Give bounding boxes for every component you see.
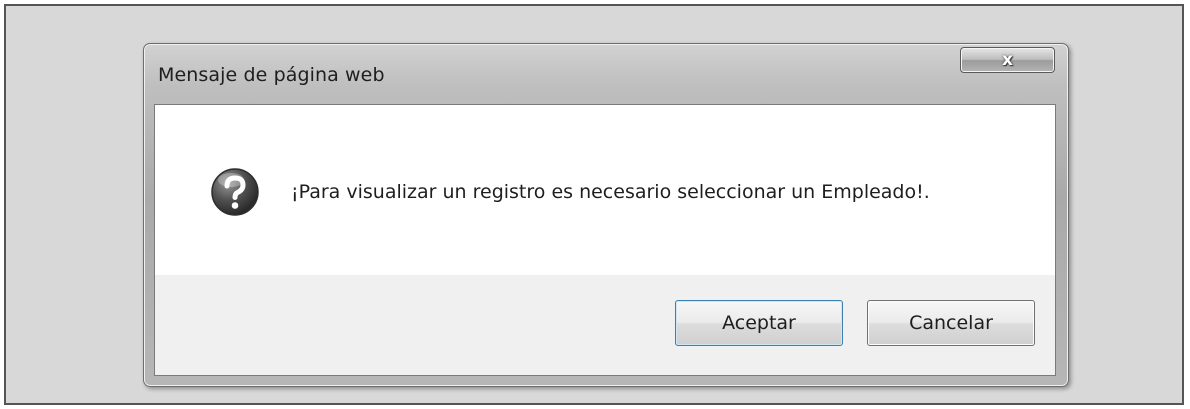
message-panel: ¡Para visualizar un registro es necesari…: [155, 105, 1055, 275]
button-panel: Aceptar Cancelar: [155, 275, 1055, 375]
cancel-button[interactable]: Cancelar: [867, 300, 1035, 346]
dialog-title: Mensaje de página web: [158, 64, 385, 86]
question-icon: [211, 168, 259, 216]
close-button[interactable]: x: [960, 47, 1055, 73]
dialog-message: ¡Para visualizar un registro es necesari…: [291, 181, 930, 203]
page-background: Mensaje de página web x ¡Para visualizar…: [4, 4, 1184, 405]
message-dialog: Mensaje de página web x ¡Para visualizar…: [143, 43, 1069, 387]
dialog-body: ¡Para visualizar un registro es necesari…: [154, 104, 1056, 376]
close-icon: x: [1002, 49, 1013, 70]
accept-button[interactable]: Aceptar: [675, 300, 843, 346]
